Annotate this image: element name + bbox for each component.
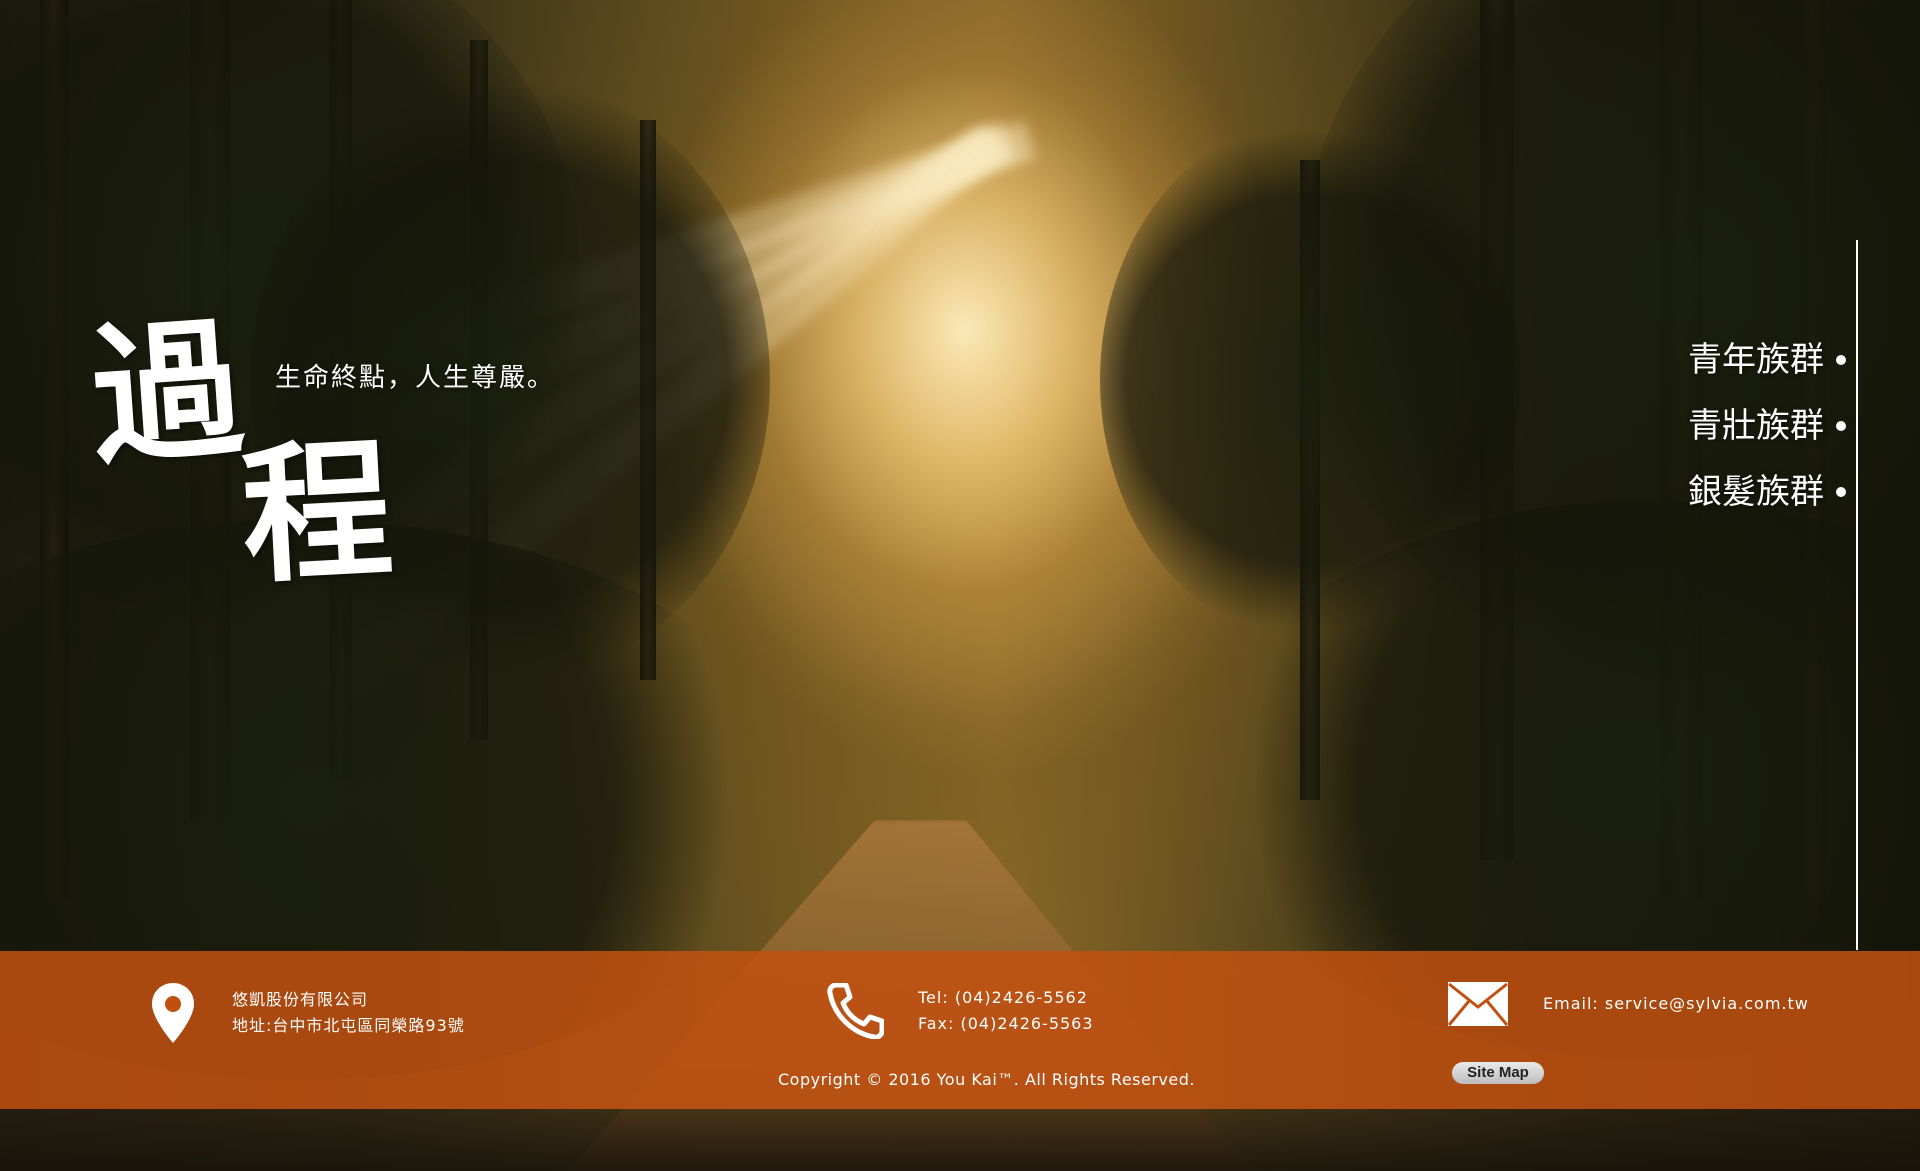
address-line: 地址:台中市北屯區同榮路93號 <box>232 1016 465 1035</box>
tel-number[interactable]: Tel: (04)2426-5562 <box>918 985 1094 1011</box>
phone-text: Tel: (04)2426-5562 Fax: (04)2426-5563 <box>918 985 1094 1037</box>
copyright-text: Copyright © 2016 You Kai™. All Rights Re… <box>778 1070 1195 1089</box>
phone-block: Tel: (04)2426-5562 Fax: (04)2426-5563 <box>826 982 1094 1040</box>
address-block: 悠凱股份有限公司 地址:台中市北屯區同榮路93號 <box>150 981 465 1045</box>
footer-bar: 悠凱股份有限公司 地址:台中市北屯區同榮路93號 Tel: (04)2426-5… <box>0 951 1920 1109</box>
tree-foliage <box>1100 120 1520 640</box>
mail-icon <box>1447 981 1509 1027</box>
bottom-road-strip <box>0 1109 1920 1171</box>
location-pin-icon <box>150 981 196 1045</box>
nav-item-adult[interactable]: 青壯族群 <box>1688 406 1846 446</box>
side-nav: 青年族群 青壯族群 銀髮族群 <box>1688 340 1846 512</box>
logo-char-cheng: 程 <box>237 421 397 605</box>
tagline: 生命終點，人生尊嚴。 <box>275 363 556 393</box>
company-name: 悠凱股份有限公司 <box>232 990 369 1009</box>
nav-item-label: 銀髮族群 <box>1688 472 1824 512</box>
fax-number: Fax: (04)2426-5563 <box>918 1014 1094 1033</box>
nav-divider-line <box>1856 240 1858 950</box>
sitemap-button[interactable]: Site Map <box>1452 1062 1544 1084</box>
bullet-icon <box>1836 421 1846 431</box>
logo-char-guo: 過 <box>86 299 248 487</box>
nav-item-senior[interactable]: 銀髮族群 <box>1688 472 1846 512</box>
hero-background: 過 程 生命終點，人生尊嚴。 青年族群 青壯族群 銀髮族群 悠凱股份有限公司 地… <box>0 0 1920 1171</box>
email-text[interactable]: Email: service@sylvia.com.tw <box>1543 991 1809 1017</box>
bullet-icon <box>1836 355 1846 365</box>
phone-icon <box>826 982 885 1040</box>
nav-item-youth[interactable]: 青年族群 <box>1688 340 1846 380</box>
email-block: Email: service@sylvia.com.tw <box>1447 981 1809 1027</box>
nav-item-label: 青壯族群 <box>1688 406 1824 446</box>
address-text: 悠凱股份有限公司 地址:台中市北屯區同榮路93號 <box>232 987 465 1039</box>
bullet-icon <box>1836 487 1846 497</box>
nav-item-label: 青年族群 <box>1688 340 1824 380</box>
